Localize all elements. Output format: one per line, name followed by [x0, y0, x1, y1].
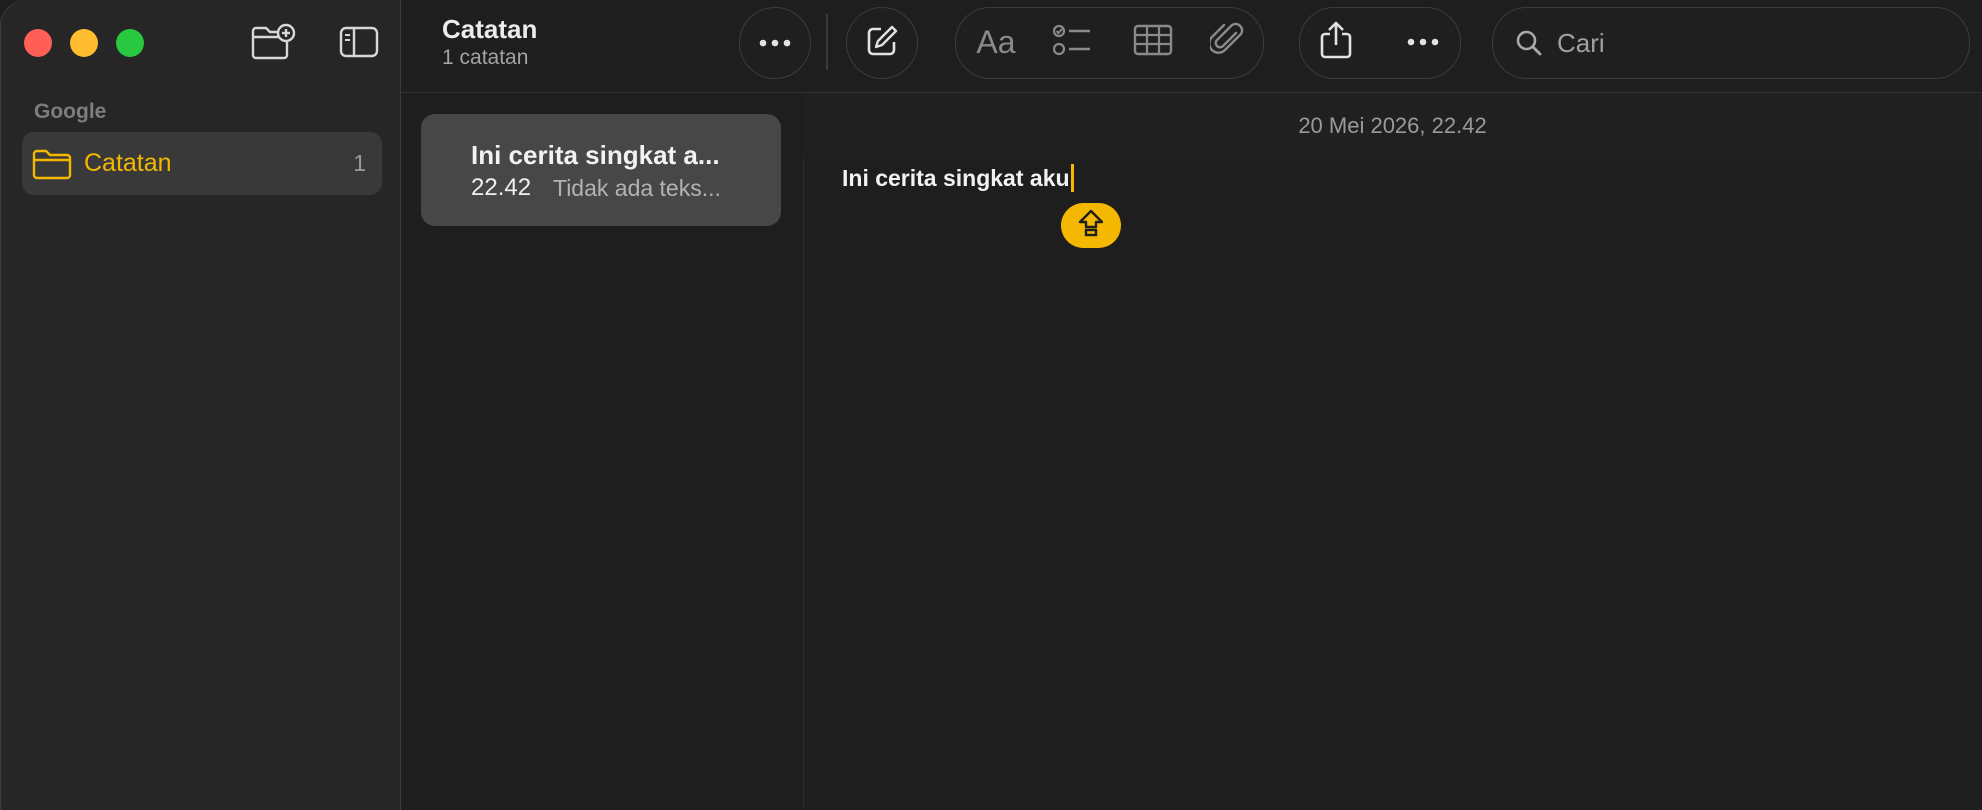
toolbar-title: Catatan: [442, 14, 538, 44]
share-button[interactable]: [1312, 18, 1360, 66]
search-icon: [1515, 29, 1543, 57]
table-button[interactable]: [1130, 20, 1176, 64]
attachment-button[interactable]: [1206, 20, 1250, 64]
note-preview: Tidak ada teks...: [553, 175, 721, 201]
caps-lock-indicator: [1061, 203, 1121, 248]
note-editor[interactable]: [803, 93, 1982, 810]
window-minimize-button[interactable]: [70, 29, 98, 57]
toolbar-divider: [826, 14, 828, 70]
window-zoom-button[interactable]: [116, 29, 144, 57]
text-caret: [1070, 164, 1074, 192]
search-field[interactable]: Cari: [1492, 7, 1970, 79]
more-options-button[interactable]: [1398, 22, 1448, 62]
share-icon: [1319, 20, 1353, 65]
checklist-icon: [1052, 23, 1092, 62]
compose-button[interactable]: [846, 7, 918, 79]
sidebar: Google Catatan 1: [0, 0, 401, 810]
caps-lock-icon: [1076, 208, 1106, 243]
note-body[interactable]: Ini cerita singkat aku: [842, 164, 1074, 192]
compose-icon: [865, 24, 899, 63]
note-count: 1 catatan: [442, 46, 529, 69]
checklist-button[interactable]: [1048, 20, 1096, 64]
format-text-icon: Aa: [976, 23, 1016, 60]
note-title: Ini cerita singkat a...: [471, 140, 720, 170]
attachment-icon: [1208, 21, 1246, 64]
sidebar-item-count: 1: [353, 150, 366, 176]
more-options-icon: [1406, 33, 1440, 51]
notes-app-window: Google Catatan 1 Catatan 1 catatan Aa Ca…: [0, 0, 1982, 810]
note-body-text: Ini cerita singkat aku: [842, 164, 1070, 191]
table-icon: [1133, 24, 1173, 61]
search-placeholder: Cari: [1557, 27, 1605, 58]
sidebar-item-catatan[interactable]: Catatan 1: [22, 132, 382, 195]
more-button[interactable]: [739, 7, 811, 79]
new-folder-icon[interactable]: [248, 22, 298, 62]
folder-icon: [32, 148, 72, 180]
window-close-button[interactable]: [24, 29, 52, 57]
note-list-item[interactable]: Ini cerita singkat a... 22.42 Tidak ada …: [421, 114, 781, 226]
more-icon: [758, 34, 792, 52]
note-time: 22.42: [471, 174, 532, 201]
sidebar-item-label: Catatan: [84, 149, 172, 177]
note-date: 20 Mei 2026, 22.42: [803, 93, 1982, 158]
sidebar-section-google: Google: [34, 100, 107, 123]
sidebar-toggle-icon[interactable]: [336, 24, 382, 60]
format-text-button[interactable]: Aa: [968, 20, 1024, 64]
